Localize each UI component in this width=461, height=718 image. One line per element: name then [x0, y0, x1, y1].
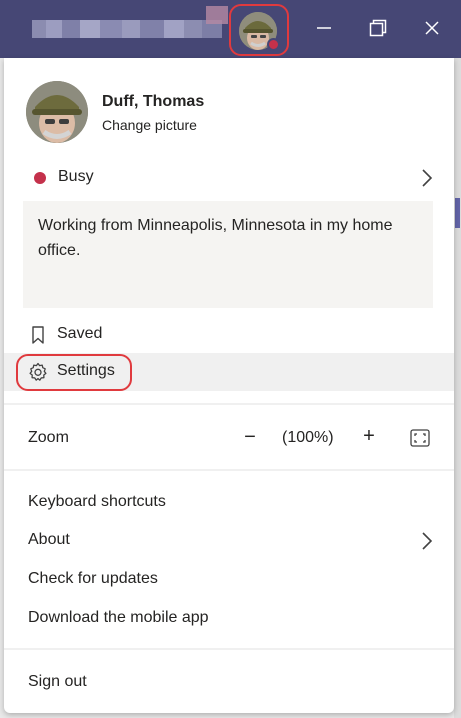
gear-icon	[29, 362, 47, 381]
status-message[interactable]: Working from Minneapolis, Minnesota in m…	[23, 201, 433, 308]
check-updates-label: Check for updates	[28, 570, 158, 587]
close-icon	[425, 21, 439, 35]
settings-menu-item[interactable]: Settings	[4, 353, 454, 391]
divider	[4, 403, 454, 405]
keyboard-shortcuts-label: Keyboard shortcuts	[28, 493, 166, 510]
presence-busy-dot	[267, 38, 280, 51]
saved-menu-item[interactable]: Saved	[4, 316, 454, 354]
status-label: Busy	[58, 168, 94, 185]
profile-picture[interactable]	[26, 81, 88, 143]
change-picture-link[interactable]: Change picture	[102, 117, 197, 133]
divider	[4, 469, 454, 471]
about-menu-item[interactable]: About	[4, 523, 454, 559]
status-selector[interactable]: Busy	[4, 160, 454, 196]
profile-menu-panel: Duff, Thomas Change picture Busy Working…	[4, 58, 454, 713]
zoom-level: (100%)	[282, 429, 334, 446]
busy-status-icon	[34, 172, 46, 184]
background-app-strip	[454, 58, 461, 718]
divider	[4, 648, 454, 650]
zoom-in-button[interactable]: +	[359, 424, 379, 448]
chevron-right-icon	[422, 169, 433, 187]
close-button[interactable]	[418, 14, 446, 42]
bookmark-icon	[32, 326, 44, 344]
minimize-icon	[317, 27, 331, 29]
sign-out-menu-item[interactable]: Sign out	[4, 665, 454, 701]
download-mobile-label: Download the mobile app	[28, 609, 209, 626]
download-mobile-app-menu-item[interactable]: Download the mobile app	[4, 601, 454, 637]
zoom-label: Zoom	[28, 429, 69, 446]
settings-label: Settings	[57, 362, 115, 379]
sign-out-label: Sign out	[28, 673, 87, 690]
blurred-accent	[206, 6, 228, 24]
title-bar	[0, 0, 461, 58]
minimize-button[interactable]	[310, 14, 338, 42]
restore-icon	[369, 19, 387, 37]
profile-name: Duff, Thomas	[102, 93, 205, 110]
check-for-updates-menu-item[interactable]: Check for updates	[4, 562, 454, 598]
profile-avatar-button[interactable]	[229, 4, 289, 56]
about-label: About	[28, 531, 70, 548]
blurred-user-name	[32, 20, 222, 38]
fullscreen-icon[interactable]	[410, 429, 430, 447]
zoom-out-button[interactable]: −	[240, 425, 260, 449]
zoom-row: Zoom − (100%) +	[4, 420, 454, 458]
restore-button[interactable]	[364, 14, 392, 42]
keyboard-shortcuts-menu-item[interactable]: Keyboard shortcuts	[4, 485, 454, 521]
chevron-right-icon	[422, 532, 433, 550]
saved-label: Saved	[57, 325, 103, 342]
